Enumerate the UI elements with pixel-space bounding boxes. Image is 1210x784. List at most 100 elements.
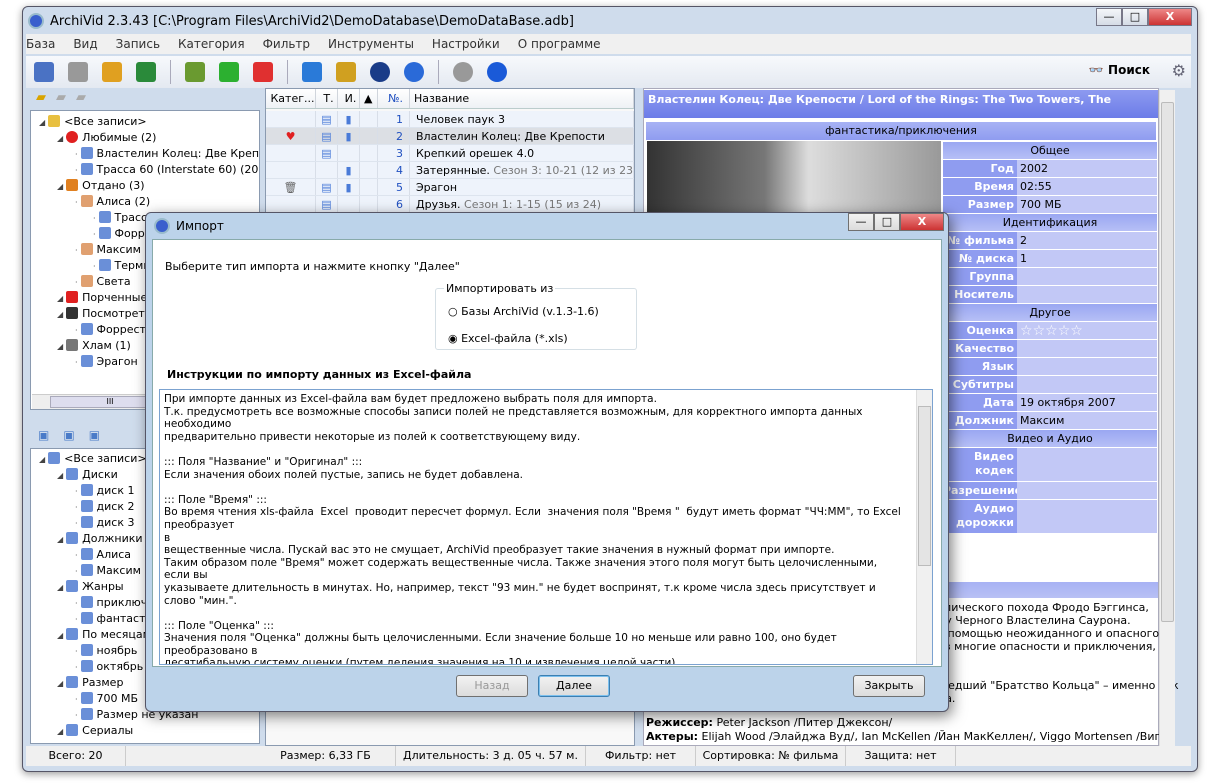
instructions-textbox[interactable]: При импорте данных из Excel-файла вам бу… bbox=[159, 389, 933, 665]
add-folder-icon[interactable]: ▰ bbox=[36, 90, 56, 105]
next-button[interactable]: Далее bbox=[538, 675, 610, 697]
menu-item[interactable]: Вид bbox=[73, 37, 97, 51]
binoculars-icon[interactable] bbox=[370, 62, 390, 82]
expand-arrow-icon[interactable]: ◢ bbox=[57, 134, 63, 143]
star-empty-icon[interactable]: ☆ bbox=[1033, 323, 1046, 339]
expand-arrow-icon[interactable]: ◢ bbox=[57, 631, 63, 640]
expand-arrow-icon[interactable]: · bbox=[75, 358, 78, 367]
expand-arrow-icon[interactable]: ◢ bbox=[57, 679, 63, 688]
expand-arrow-icon[interactable]: · bbox=[75, 246, 78, 255]
expand-arrow-icon[interactable]: ◢ bbox=[39, 455, 45, 464]
edit-pencil-icon[interactable] bbox=[185, 62, 205, 82]
dialog-minimize-button[interactable]: — bbox=[848, 213, 874, 231]
menu-item[interactable]: Инструменты bbox=[328, 37, 414, 51]
expand-arrow-icon[interactable]: ◢ bbox=[57, 342, 63, 351]
edit-disc-icon[interactable]: ▣ bbox=[63, 428, 88, 442]
folder-disabled-icon[interactable]: ▰ bbox=[56, 90, 76, 105]
cubes-icon[interactable] bbox=[136, 62, 156, 82]
menu-item[interactable]: Запись bbox=[116, 37, 160, 51]
star-empty-icon[interactable]: ☆ bbox=[1045, 323, 1058, 339]
tree-item[interactable]: ◢ Любимые (2) bbox=[31, 130, 259, 146]
tree-item[interactable]: ◢ Отдано (3) bbox=[31, 178, 259, 194]
add-disc-icon[interactable]: ▣ bbox=[38, 428, 63, 442]
table-row[interactable]: ▮ 4 Затерянные. Сезон 3: 10-21 (12 из 23) bbox=[266, 162, 634, 179]
expand-arrow-icon[interactable]: · bbox=[93, 230, 96, 239]
delete-icon[interactable] bbox=[253, 62, 273, 82]
expand-arrow-icon[interactable]: ◢ bbox=[39, 118, 45, 127]
dialog-maximize-button[interactable]: □ bbox=[874, 213, 900, 231]
menu-item[interactable]: О программе bbox=[518, 37, 601, 51]
expand-arrow-icon[interactable]: · bbox=[75, 198, 78, 207]
add-icon[interactable] bbox=[219, 62, 239, 82]
star-empty-icon[interactable]: ☆ bbox=[1070, 323, 1083, 339]
expand-arrow-icon[interactable]: · bbox=[75, 487, 78, 496]
star-empty-icon[interactable]: ☆ bbox=[1020, 323, 1033, 339]
expand-arrow-icon[interactable]: · bbox=[75, 647, 78, 656]
radio-archivid[interactable]: ○ Базы ArchiVid (v.1.3-1.6) bbox=[448, 305, 599, 318]
expand-arrow-icon[interactable]: · bbox=[75, 503, 78, 512]
expand-arrow-icon[interactable]: · bbox=[75, 166, 78, 175]
column-header[interactable]: Название bbox=[410, 89, 634, 108]
details-scrollbar[interactable] bbox=[1159, 90, 1175, 746]
expand-arrow-icon[interactable]: · bbox=[75, 519, 78, 528]
expand-arrow-icon[interactable]: ◢ bbox=[57, 310, 63, 319]
sort-icon[interactable] bbox=[302, 62, 322, 82]
settings-gear-icon[interactable]: ⚙ bbox=[1172, 61, 1186, 80]
gear-icon[interactable] bbox=[453, 62, 473, 82]
column-header[interactable]: ▲ bbox=[360, 89, 378, 108]
expand-arrow-icon[interactable]: · bbox=[75, 695, 78, 704]
info-icon[interactable] bbox=[487, 62, 507, 82]
dialog-close-button[interactable]: X bbox=[900, 213, 944, 231]
expand-arrow-icon[interactable]: · bbox=[75, 615, 78, 624]
column-header[interactable]: №. bbox=[378, 89, 410, 108]
expand-arrow-icon[interactable]: · bbox=[75, 663, 78, 672]
expand-arrow-icon[interactable]: ◢ bbox=[57, 583, 63, 592]
menu-item[interactable]: База bbox=[26, 37, 55, 51]
upload-icon[interactable] bbox=[404, 62, 424, 82]
expand-arrow-icon[interactable]: · bbox=[75, 711, 78, 720]
menu-item[interactable]: Фильтр bbox=[263, 37, 310, 51]
expand-arrow-icon[interactable]: · bbox=[75, 326, 78, 335]
table-row[interactable]: ▤ 3 Крепкий орешек 4.0 bbox=[266, 145, 634, 162]
expand-arrow-icon[interactable]: ◢ bbox=[57, 727, 63, 736]
minimize-button[interactable]: — bbox=[1096, 8, 1122, 26]
table-row[interactable]: ▤ 6 Друзья. Сезон 1: 1-15 (15 из 24) bbox=[266, 196, 634, 213]
table-row[interactable]: ♥ ▤ ▮ 2 Властелин Колец: Две Крепости bbox=[266, 128, 634, 145]
radio-excel[interactable]: ◉ Excel-файла (*.xls) bbox=[448, 332, 568, 345]
tree-item[interactable]: ◢ Сериалы bbox=[31, 723, 259, 739]
table-row[interactable]: 🗑 ▤ ▮ 5 Эрагон bbox=[266, 179, 634, 196]
menu-item[interactable]: Категория bbox=[178, 37, 245, 51]
menu-item[interactable]: Настройки bbox=[432, 37, 500, 51]
wizard-icon[interactable] bbox=[336, 62, 356, 82]
column-header[interactable]: Т. bbox=[316, 89, 338, 108]
expand-arrow-icon[interactable]: · bbox=[75, 150, 78, 159]
tree-item[interactable]: · Властелин Колец: Две Крепости bbox=[31, 146, 259, 162]
back-button[interactable]: Назад bbox=[456, 675, 528, 697]
expand-arrow-icon[interactable]: ◢ bbox=[57, 294, 63, 303]
database-icon[interactable] bbox=[34, 62, 54, 82]
expand-arrow-icon[interactable]: · bbox=[93, 262, 96, 271]
tree-item[interactable]: · Алиса (2) bbox=[31, 194, 259, 210]
column-header[interactable]: Катег... bbox=[266, 89, 316, 108]
open-folder-icon[interactable] bbox=[102, 62, 122, 82]
column-header[interactable]: И. bbox=[338, 89, 360, 108]
search-button[interactable]: 👓 Поиск bbox=[1089, 63, 1150, 77]
close-dialog-button[interactable]: Закрыть bbox=[853, 675, 925, 697]
expand-arrow-icon[interactable]: · bbox=[75, 278, 78, 287]
expand-arrow-icon[interactable]: ◢ bbox=[57, 182, 63, 191]
expand-arrow-icon[interactable]: · bbox=[93, 214, 96, 223]
blank-icon[interactable] bbox=[68, 62, 88, 82]
maximize-button[interactable]: □ bbox=[1122, 8, 1148, 26]
instructions-scrollbar[interactable] bbox=[916, 390, 932, 664]
expand-arrow-icon[interactable]: ◢ bbox=[57, 535, 63, 544]
expand-arrow-icon[interactable]: · bbox=[75, 551, 78, 560]
folder-disabled-icon[interactable]: ▰ bbox=[76, 90, 96, 105]
star-empty-icon[interactable]: ☆ bbox=[1058, 323, 1071, 339]
tree-item[interactable]: · Трасса 60 (Interstate 60) (2002) bbox=[31, 162, 259, 178]
tree-item[interactable]: ◢ <Все записи> bbox=[31, 114, 259, 130]
expand-arrow-icon[interactable]: ◢ bbox=[57, 471, 63, 480]
expand-arrow-icon[interactable]: · bbox=[75, 599, 78, 608]
expand-arrow-icon[interactable]: · bbox=[75, 567, 78, 576]
table-row[interactable]: ▤ ▮ 1 Человек паук 3 bbox=[266, 111, 634, 128]
close-button[interactable]: X bbox=[1148, 8, 1192, 26]
